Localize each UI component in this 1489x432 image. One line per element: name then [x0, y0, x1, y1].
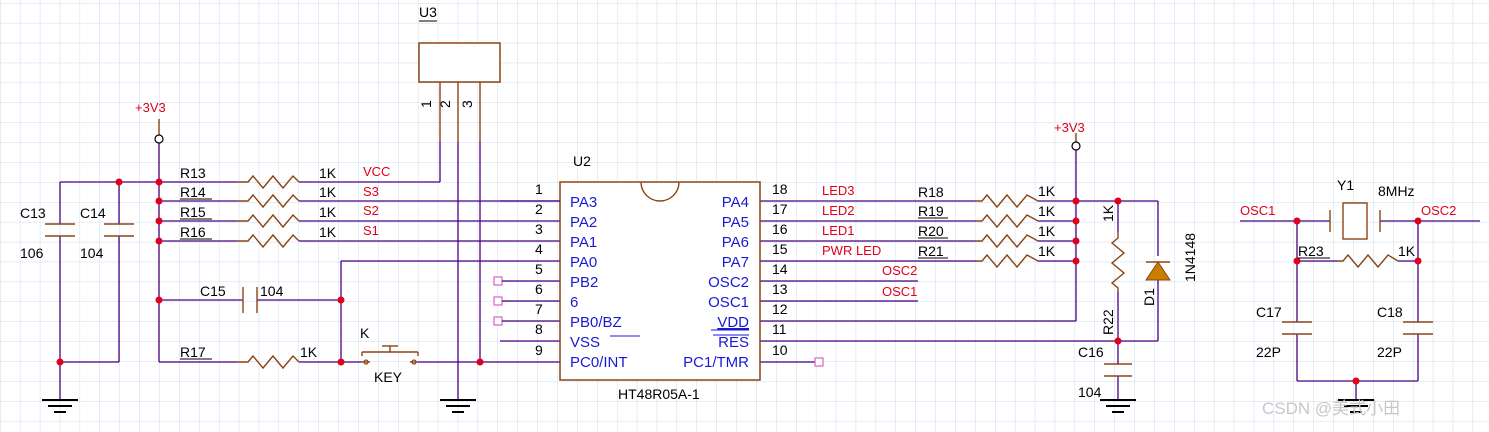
u2-ref: U2 [573, 153, 591, 169]
r23-value: 1K [1398, 243, 1416, 259]
u2-pin-name-pa6: PA6 [722, 234, 749, 251]
net-label-s1: S1 [363, 223, 379, 238]
u2-pin-name-pa3: PA3 [570, 194, 597, 211]
watermark-text: CSDN @美式小田 [1262, 399, 1400, 418]
schematic-canvas: +3V3 +3V3 U3 1 2 3 R13 1K VCC R14 1K S3 … [0, 0, 1489, 432]
r17-value: 1K [300, 344, 318, 360]
r23-ref: R23 [1298, 243, 1324, 259]
y1-ref: Y1 [1337, 177, 1354, 193]
r21-value: 1K [1038, 243, 1056, 259]
u3-ref: U3 [419, 4, 437, 20]
u3-pin-3: 3 [459, 100, 475, 108]
u2-pin-num-16: 16 [772, 221, 788, 237]
r13-ref: R13 [180, 165, 206, 181]
r16-ref: R16 [180, 224, 206, 240]
u2-pin-name-6: 6 [570, 294, 578, 311]
u2-pin-num-13: 13 [772, 281, 788, 297]
u2-pin-num-12: 12 [772, 301, 788, 317]
c17-ref: C17 [1256, 304, 1282, 320]
u2-pin-num-15: 15 [772, 241, 788, 257]
u2-pin-name-pa5: PA5 [722, 214, 749, 231]
c18-value: 22P [1377, 344, 1402, 360]
c16-ref: C16 [1078, 344, 1104, 360]
net-label-led2: LED2 [822, 203, 855, 218]
u2-pin-num-11: 11 [772, 321, 787, 337]
u2-pin-num-1: 1 [535, 181, 543, 197]
r15-ref: R15 [180, 204, 206, 220]
net-label-osc1-right: OSC1 [1240, 203, 1275, 218]
net-label-osc1: OSC1 [882, 284, 917, 299]
c13-ref: C13 [20, 205, 46, 221]
r14-value: 1K [319, 184, 337, 200]
r20-ref: R20 [918, 223, 944, 239]
r16-value: 1K [319, 224, 337, 240]
net-label-led3: LED3 [822, 183, 855, 198]
c14-ref: C14 [80, 205, 106, 221]
u2-pin-name-osc1: OSC1 [708, 294, 749, 311]
d1-ref: D1 [1141, 288, 1157, 306]
y1-value: 8MHz [1378, 183, 1415, 199]
u2-pin-name-pa1: PA1 [570, 234, 597, 251]
u2-pin-name-vss: VSS [570, 334, 600, 351]
c15-ref: C15 [200, 283, 226, 299]
u2-pin-name-vdd: VDD [717, 314, 749, 331]
u2-pin-num-7: 7 [535, 301, 543, 317]
r15-value: 1K [319, 204, 337, 220]
u2-pin-name-pa4: PA4 [722, 194, 749, 211]
u2-pin-name-pa0: PA0 [570, 254, 597, 271]
u2-pin-num-14: 14 [772, 261, 788, 277]
u2-pin-num-10: 10 [772, 342, 788, 358]
d1-value: 1N4148 [1182, 233, 1198, 282]
u2-pin-num-6: 6 [535, 281, 543, 297]
u2-pin-name-res: RES [718, 334, 749, 351]
net-label-s2: S2 [363, 203, 379, 218]
u2-pin-num-3: 3 [535, 221, 543, 237]
c17-value: 22P [1256, 344, 1281, 360]
u2-pin-num-17: 17 [772, 201, 788, 217]
r19-value: 1K [1038, 203, 1056, 219]
power-label-right: +3V3 [1054, 120, 1085, 135]
c18-ref: C18 [1377, 304, 1403, 320]
r18-ref: R18 [918, 184, 944, 200]
key-ref: K [360, 325, 370, 341]
u2-pin-name-pb2: PB2 [570, 274, 598, 291]
u2-pin-name-pc1: PC1/TMR [683, 354, 749, 371]
r20-value: 1K [1038, 223, 1056, 239]
net-label-osc2: OSC2 [882, 263, 917, 278]
u2-pin-name-pa7: PA7 [722, 254, 749, 271]
net-label-pwr-led: PWR LED [822, 243, 881, 258]
key-value: KEY [374, 369, 403, 385]
u2-pin-name-pa2: PA2 [570, 214, 597, 231]
r18-value: 1K [1038, 183, 1056, 199]
u2-pin-num-2: 2 [535, 201, 543, 217]
r22-ref: R22 [1100, 309, 1116, 335]
r17-ref: R17 [180, 344, 206, 360]
c15-value: 104 [260, 283, 284, 299]
u2-pin-num-8: 8 [535, 321, 543, 337]
net-label-osc2-right: OSC2 [1421, 203, 1456, 218]
u2-pin-name-pb0: PB0/BZ [570, 314, 622, 331]
c13-value: 106 [20, 245, 44, 261]
power-label-left: +3V3 [135, 100, 166, 115]
r19-ref: R19 [918, 203, 944, 219]
r22-value: 1K [1100, 204, 1116, 222]
r14-ref: R14 [180, 184, 206, 200]
net-label-led1: LED1 [822, 223, 855, 238]
u2-part: HT48R05A-1 [618, 386, 700, 402]
u2-pin-name-osc2: OSC2 [708, 274, 749, 291]
net-label-s3: S3 [363, 184, 379, 199]
c16-value: 104 [1078, 384, 1102, 400]
u3-pin-1: 1 [418, 100, 434, 108]
r21-ref: R21 [918, 243, 944, 259]
u3-pin-2: 2 [437, 100, 453, 108]
u2-pin-num-18: 18 [772, 181, 788, 197]
c14-value: 104 [80, 245, 104, 261]
r13-value: 1K [319, 165, 337, 181]
net-label-vcc: VCC [363, 164, 390, 179]
u2-pin-num-9: 9 [535, 342, 543, 358]
u2-pin-name-pc0: PC0/INT [570, 354, 628, 371]
u2-pin-num-4: 4 [535, 241, 543, 257]
u2-pin-num-5: 5 [535, 261, 543, 277]
